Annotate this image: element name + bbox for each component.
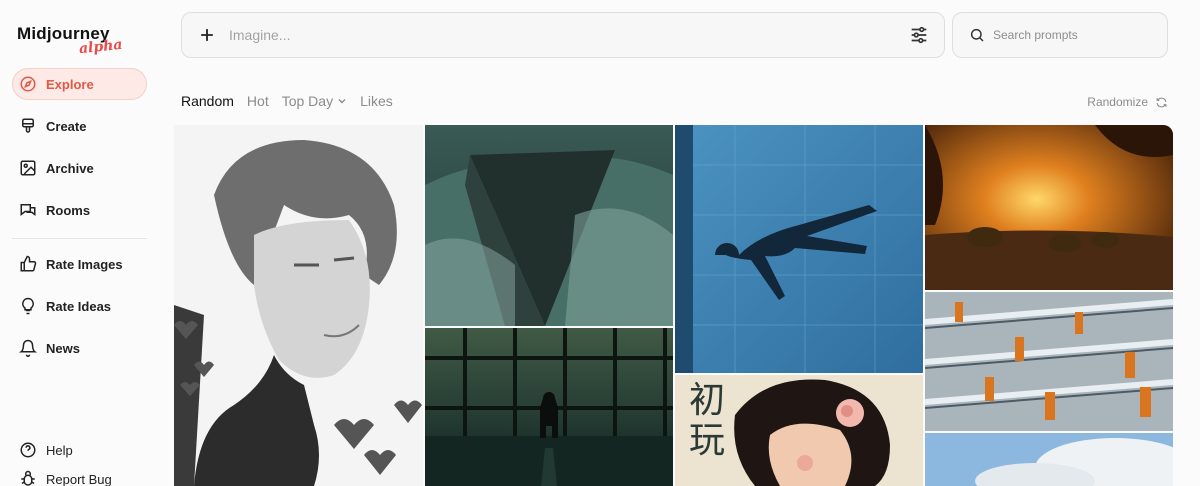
- randomize-label: Randomize: [1087, 95, 1148, 109]
- brush-icon: [22, 118, 34, 133]
- blue-figure-artwork: [675, 125, 923, 373]
- gallery-image-factory-robots[interactable]: [925, 292, 1173, 431]
- gallery-image-portrait[interactable]: [174, 125, 423, 486]
- gallery-image-vintage-poster[interactable]: 初玩: [675, 375, 923, 486]
- sidebar-item-label: Rate Images: [46, 256, 123, 272]
- sunset-frogs-artwork: [925, 125, 1173, 290]
- gallery-image-sunset-frogs[interactable]: [925, 125, 1173, 290]
- gallery-image-cloud-sky[interactable]: [925, 433, 1173, 486]
- sidebar-item-label: Rate Ideas: [46, 298, 112, 314]
- gallery-image-ocean-cliff[interactable]: [425, 125, 673, 326]
- question-icon: [20, 442, 36, 458]
- tab-top-day[interactable]: Top Day: [282, 93, 347, 109]
- sidebar-item-rate-images[interactable]: Rate Images: [12, 248, 147, 280]
- tab-likes[interactable]: Likes: [360, 93, 393, 109]
- factory-robots-artwork: [925, 292, 1173, 431]
- sidebar-item-label: Rooms: [46, 202, 91, 218]
- sidebar-item-label: Archive: [46, 160, 94, 176]
- sidebar-item-label: Help: [46, 442, 73, 458]
- sidebar-item-label: News: [46, 340, 80, 356]
- sidebar-item-help[interactable]: Help: [12, 434, 147, 466]
- chat-icon: [20, 204, 36, 217]
- bell-icon: [19, 339, 37, 357]
- sidebar-item-label: Report Bug: [46, 471, 112, 486]
- tab-random[interactable]: Random: [181, 93, 234, 109]
- sidebar-item-explore[interactable]: Explore: [12, 68, 147, 100]
- imagine-bar: [181, 12, 945, 58]
- tab-hot[interactable]: Hot: [247, 93, 269, 109]
- thumbs-up-icon: [20, 255, 37, 272]
- sidebar-item-rate-ideas[interactable]: Rate Ideas: [12, 290, 147, 322]
- sidebar-item-report-bug[interactable]: Report Bug: [12, 463, 147, 486]
- image-icon: [20, 160, 36, 176]
- window-silhouette-artwork: [425, 328, 673, 486]
- search-icon: [970, 28, 984, 42]
- randomize-button[interactable]: Randomize: [1087, 95, 1168, 109]
- gallery-image-window-silhouette[interactable]: [425, 328, 673, 486]
- search-bar: [952, 12, 1168, 58]
- cloud-sky-artwork: [925, 433, 1173, 486]
- logo-alpha-badge: alpha: [78, 36, 124, 58]
- bug-icon: [21, 470, 35, 486]
- plus-icon[interactable]: [197, 25, 217, 45]
- refresh-icon: [1156, 97, 1167, 107]
- chevron-down-icon: [338, 99, 346, 104]
- lightbulb-icon: [22, 297, 34, 315]
- sidebar-item-label: Explore: [46, 76, 94, 92]
- compass-icon: [20, 76, 36, 92]
- sidebar-item-create[interactable]: Create: [12, 110, 147, 142]
- ocean-cliff-artwork: [425, 125, 673, 326]
- sidebar-item-rooms[interactable]: Rooms: [12, 194, 147, 226]
- gallery-image-blue-figure[interactable]: [675, 125, 923, 373]
- tab-top-day-label: Top Day: [281, 93, 334, 109]
- imagine-input[interactable]: [229, 27, 908, 43]
- sidebar-item-news[interactable]: News: [12, 332, 147, 364]
- settings-sliders-icon[interactable]: [908, 24, 930, 46]
- poster-calligraphy: 初玩: [689, 380, 726, 461]
- feed-tabs: Random Hot Top Day Likes: [181, 93, 393, 109]
- sidebar: Midjourney alpha Explore Create Archive …: [0, 0, 160, 486]
- midjourney-logo[interactable]: Midjourney alpha: [17, 24, 123, 57]
- sidebar-item-archive[interactable]: Archive: [12, 152, 147, 184]
- sidebar-item-label: Create: [46, 118, 87, 134]
- sidebar-divider: [12, 238, 147, 239]
- portrait-artwork: [174, 125, 423, 486]
- search-input[interactable]: [993, 28, 1167, 42]
